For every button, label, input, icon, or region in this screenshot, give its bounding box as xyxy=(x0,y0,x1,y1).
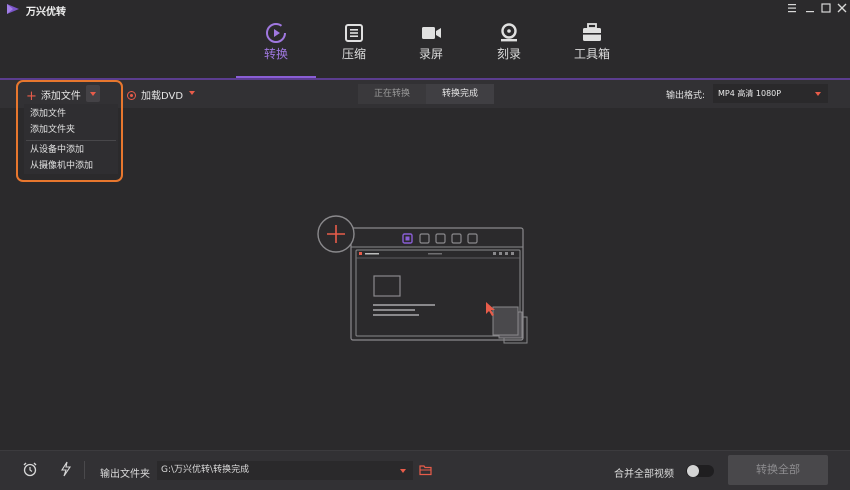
output-folder-field[interactable]: G:\万兴优转\转换完成 xyxy=(157,461,413,480)
record-icon xyxy=(422,27,441,39)
nav-toolbox[interactable]: 工具箱 xyxy=(552,18,632,78)
add-file-dropdown-button[interactable] xyxy=(86,85,100,102)
nav-convert[interactable]: 转换 xyxy=(236,18,316,78)
minimize-icon[interactable] xyxy=(803,1,817,15)
menu-item-add-from-camcorder[interactable]: 从摄像机中添加 xyxy=(30,158,93,171)
nav-record[interactable]: 录屏 xyxy=(391,18,471,78)
menu-item-add-from-device[interactable]: 从设备中添加 xyxy=(30,142,84,155)
menu-icon[interactable] xyxy=(785,1,799,15)
bottom-divider xyxy=(84,461,85,479)
convert-icon xyxy=(266,23,286,43)
conversion-tabs: 正在转换 转换完成 xyxy=(358,84,494,104)
tab-converting[interactable]: 正在转换 xyxy=(358,84,426,104)
nav-label: 刻录 xyxy=(496,47,521,61)
menu-item-add-folder[interactable]: 添加文件夹 xyxy=(30,122,75,135)
load-dvd-dropdown-icon[interactable] xyxy=(189,91,195,95)
nav-label: 压缩 xyxy=(341,47,366,61)
menu-divider xyxy=(26,140,116,141)
output-format-select[interactable]: MP4 高清 1080P xyxy=(713,84,828,103)
nav-burn[interactable]: 刻录 xyxy=(469,18,549,78)
bottom-bar: 输出文件夹 G:\万兴优转\转换完成 合并全部视频 转换全部 xyxy=(0,450,850,490)
output-folder-label: 输出文件夹 xyxy=(100,469,150,480)
app-title: 万兴优转 xyxy=(26,7,66,18)
open-folder-icon[interactable] xyxy=(419,464,433,476)
nav-compress[interactable]: 压缩 xyxy=(314,18,394,78)
convert-all-button[interactable]: 转换全部 xyxy=(728,455,828,485)
nav-label: 工具箱 xyxy=(573,47,610,61)
title-bar: 万兴优转 xyxy=(0,0,850,18)
load-dvd-label: 加载DVD xyxy=(141,91,184,102)
toggle-knob xyxy=(687,465,699,477)
add-file-label: 添加文件 xyxy=(40,91,81,102)
empty-state-illustration[interactable] xyxy=(316,214,531,346)
merge-videos-toggle[interactable] xyxy=(686,465,714,477)
burn-icon xyxy=(501,23,517,42)
main-nav: 转换 压缩 录屏 刻录 工具箱 xyxy=(0,18,850,78)
compress-icon xyxy=(345,24,363,42)
add-file-menu: 添加文件 添加文件夹 从设备中添加 从摄像机中添加 xyxy=(24,104,118,174)
nav-label: 转换 xyxy=(263,47,288,61)
close-icon[interactable] xyxy=(835,1,849,15)
plus-icon: + xyxy=(26,89,37,104)
maximize-icon[interactable] xyxy=(819,1,833,15)
tab-converted[interactable]: 转换完成 xyxy=(426,84,494,104)
app-logo-icon xyxy=(7,4,19,14)
nav-label: 录屏 xyxy=(418,47,443,61)
merge-videos-label: 合并全部视频 xyxy=(614,469,674,480)
add-file-button[interactable]: + 添加文件 xyxy=(26,87,81,104)
lightning-icon[interactable] xyxy=(58,461,74,477)
output-folder-dropdown-icon[interactable] xyxy=(400,469,406,473)
alarm-clock-icon[interactable] xyxy=(22,461,38,477)
load-dvd-button[interactable]: 加载DVD xyxy=(127,87,183,102)
menu-item-add-file[interactable]: 添加文件 xyxy=(30,106,66,119)
toolbox-icon xyxy=(583,23,601,41)
output-format-label: 输出格式: xyxy=(666,91,706,101)
disc-icon xyxy=(127,91,136,100)
toolbar: + 添加文件 加载DVD 正在转换 转换完成 输出格式: MP4 高清 1080P xyxy=(0,80,850,108)
